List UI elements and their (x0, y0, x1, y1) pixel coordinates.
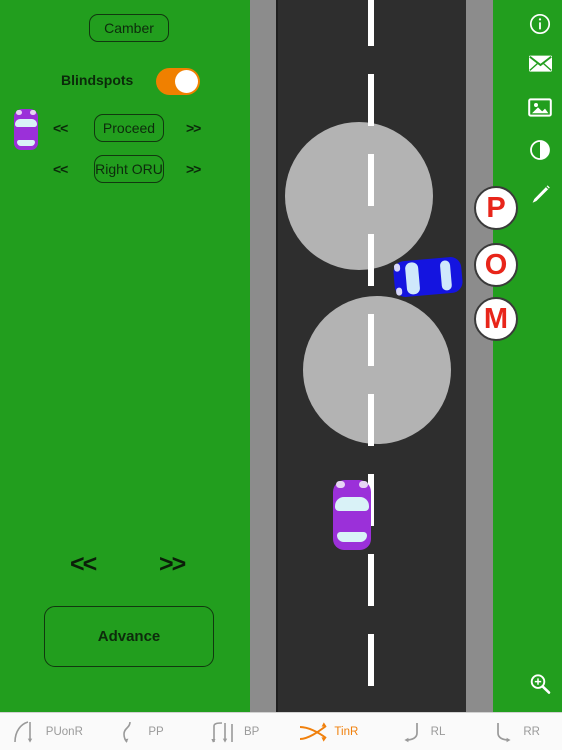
vehicle-windscreen (404, 261, 421, 295)
tab-rl[interactable]: RL (375, 713, 469, 750)
pull-up-on-right-icon (11, 719, 41, 745)
prepare-marker[interactable]: P (474, 186, 518, 230)
vehicle-rear-window (337, 532, 367, 542)
reverse-right-icon (490, 719, 518, 745)
tab-label: TinR (334, 725, 359, 738)
reverse-left-icon (398, 719, 426, 745)
app-root: P O M Camber Blindspots << Proceed >> <<… (0, 0, 562, 750)
contrast-icon[interactable] (518, 131, 562, 169)
parallel-park-icon (117, 719, 143, 745)
observation-next-button[interactable]: >> (186, 161, 201, 177)
vehicle-body (392, 256, 464, 298)
blindspots-label: Blindspots (61, 72, 134, 88)
observation-prev-button[interactable]: << (53, 161, 68, 177)
tab-label: RR (523, 725, 540, 738)
vehicle-headlight-right (395, 287, 403, 296)
pavement-right (466, 0, 493, 712)
tab-label: PUonR (45, 725, 83, 738)
vehicle-headlight-left (336, 481, 345, 488)
ego-vehicle[interactable] (333, 480, 371, 550)
step-prev-button[interactable]: << (70, 550, 97, 579)
zoom-in-icon[interactable] (518, 665, 562, 703)
vehicle-rear-window (17, 140, 35, 146)
tab-bp[interactable]: BP (187, 713, 281, 750)
kerb-line-left (276, 0, 278, 712)
blindspots-toggle[interactable] (156, 68, 200, 95)
tab-pp[interactable]: PP (94, 713, 188, 750)
roundabout-obstacle-1 (285, 122, 433, 270)
observation-button[interactable]: Right ORU (94, 155, 164, 183)
vehicle-headlight-left (393, 263, 401, 272)
manoeuvre-tab-bar: PUonR PP BP TinR RL RR (0, 712, 562, 750)
turn-in-road-icon (297, 719, 329, 745)
vehicle-windscreen (15, 119, 37, 127)
ego-car-icon (14, 109, 38, 150)
tool-rail (518, 0, 562, 712)
vehicle-headlight-left (16, 110, 22, 115)
step-next-button[interactable]: >> (159, 550, 186, 579)
image-icon[interactable] (518, 88, 562, 126)
tab-rr[interactable]: RR (468, 713, 562, 750)
manoeuvre-stage-prev-button[interactable]: << (53, 120, 68, 136)
tab-puonr[interactable]: PUonR (0, 713, 94, 750)
manoeuvre-stage-next-button[interactable]: >> (186, 120, 201, 136)
tab-label: PP (148, 725, 164, 738)
pencil-icon[interactable] (518, 176, 562, 214)
camber-button[interactable]: Camber (89, 14, 169, 42)
tab-label: RL (430, 725, 446, 738)
pavement-left (250, 0, 278, 712)
tab-label: BP (244, 725, 260, 738)
toggle-knob (175, 70, 198, 93)
vehicle-headlight-right (30, 110, 36, 115)
vehicle-headlight-right (359, 481, 368, 488)
oncoming-vehicle[interactable] (392, 256, 464, 298)
vehicle-windscreen (335, 497, 369, 511)
bay-park-icon (209, 719, 239, 745)
lane-centre-dashed-line (368, 0, 374, 712)
info-icon[interactable] (518, 5, 562, 43)
advance-button[interactable]: Advance (44, 606, 214, 667)
manoeuvre-marker[interactable]: M (474, 297, 518, 341)
roundabout-obstacle-2 (303, 296, 451, 444)
tab-tinr[interactable]: TinR (281, 713, 375, 750)
mail-icon[interactable] (518, 44, 562, 82)
observe-marker[interactable]: O (474, 243, 518, 287)
manoeuvre-stage-button[interactable]: Proceed (94, 114, 164, 142)
driving-scene-canvas[interactable]: P O M Camber Blindspots << Proceed >> <<… (0, 0, 562, 712)
